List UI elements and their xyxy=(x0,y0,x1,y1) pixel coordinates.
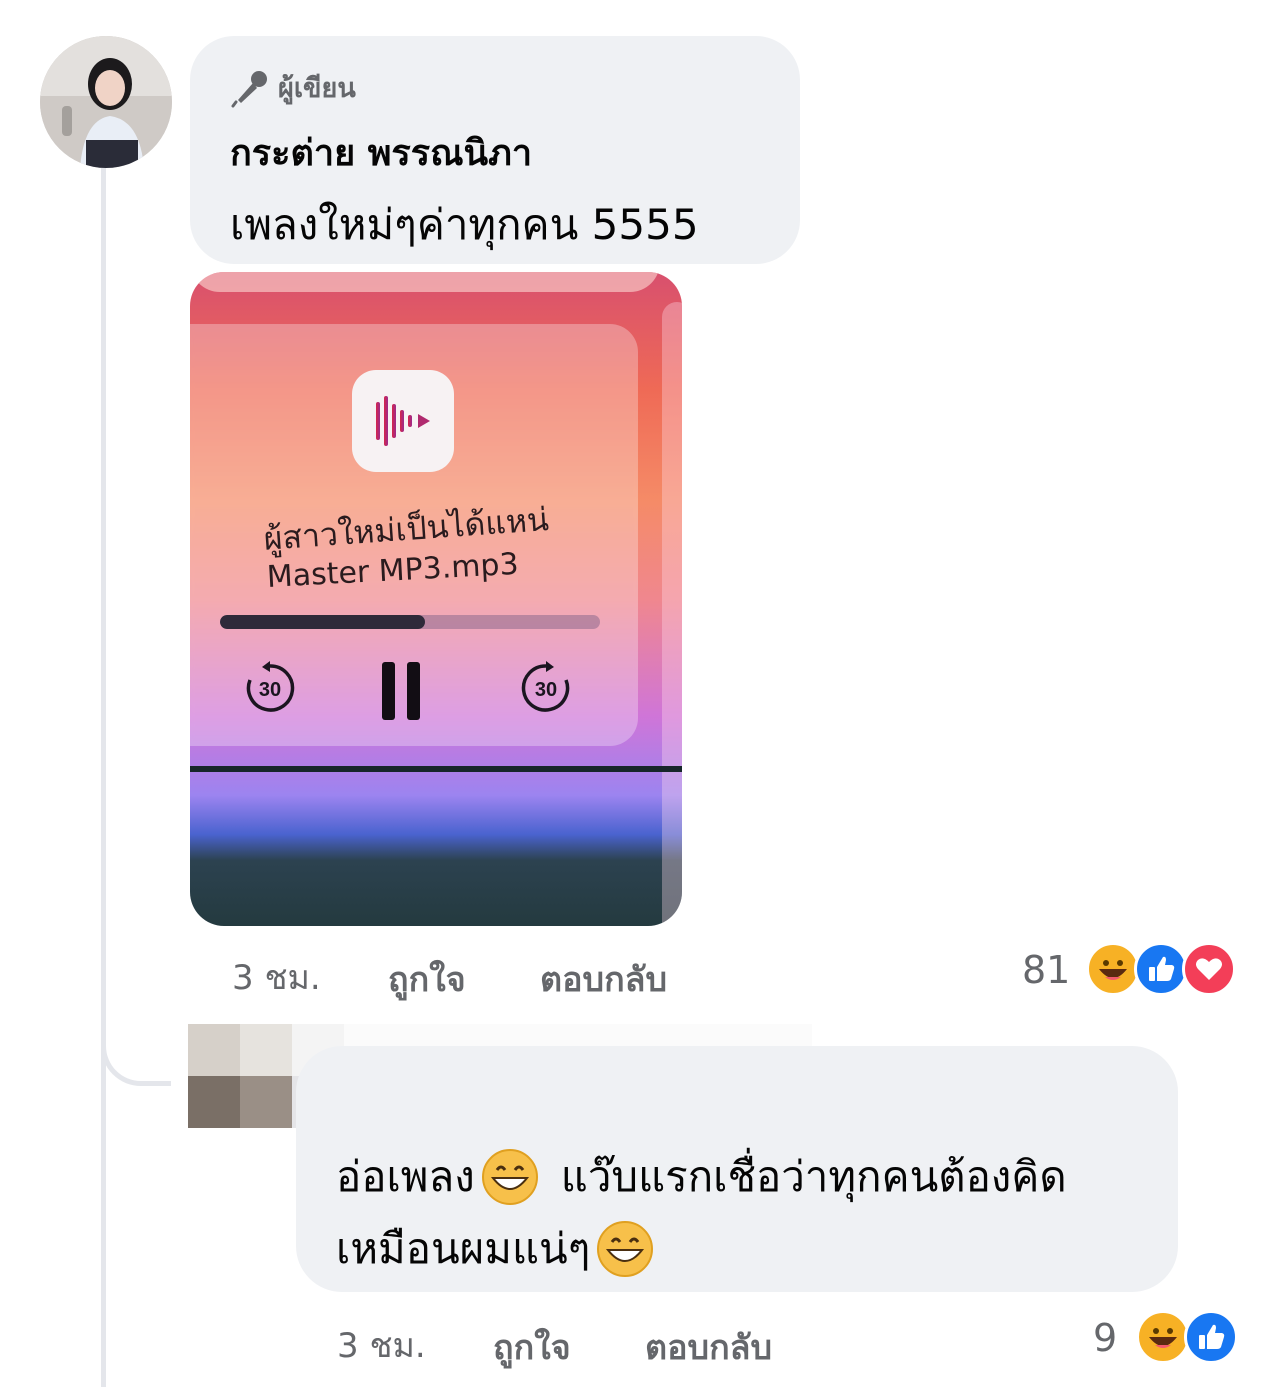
grin-emoji-icon xyxy=(597,1221,654,1277)
reply-like-button[interactable]: ถูกใจ xyxy=(493,1320,571,1374)
audio-app-icon xyxy=(352,370,454,472)
audio-player-widget: ผู้สาวใหม่เป็นได้แหน่ Master MP3.mp3 30 … xyxy=(190,324,638,746)
haha-icon xyxy=(1086,942,1140,996)
skip-forward-seconds: 30 xyxy=(535,679,557,701)
reaction-summary[interactable] xyxy=(1086,942,1236,996)
skip-back-button: 30 xyxy=(242,660,298,720)
redaction-pixel xyxy=(240,1076,292,1128)
playback-progress-fill xyxy=(220,615,426,629)
like-icon xyxy=(1184,1310,1238,1364)
comment-bubble: ผู้เขียน กระต่าย พรรณนิภา เพลงใหม่ๆค่าทุ… xyxy=(190,36,800,264)
reply-bubble: อ่อเพลง แว๊บแรกเชื่อว่าทุกคนต้องคิด เหมื… xyxy=(296,1046,1178,1292)
skip-forward-button: 30 xyxy=(518,660,574,720)
reply-text-line: อ่อเพลง แว๊บแรกเชื่อว่าทุกคนต้องคิด xyxy=(336,1144,1067,1210)
forward-30-icon: 30 xyxy=(521,661,570,712)
redaction-pixel xyxy=(240,1024,292,1076)
playback-progress-bar xyxy=(220,615,600,629)
device-bezel xyxy=(190,766,682,772)
haha-icon xyxy=(1136,1310,1190,1364)
reply-text-line: เหมือนผมแน่ๆ xyxy=(336,1216,660,1282)
waveform-play-icon xyxy=(376,396,430,446)
reply-text-part: เหมือนผมแน่ๆ xyxy=(336,1224,591,1273)
reply-connector xyxy=(101,1000,171,1086)
author-badge: ผู้เขียน xyxy=(230,66,356,109)
reaction-count[interactable]: 81 xyxy=(1022,948,1070,992)
reply-reaction-count[interactable]: 9 xyxy=(1093,1316,1117,1360)
author-badge-label: ผู้เขียน xyxy=(278,73,356,104)
background-card xyxy=(662,302,682,926)
author-name[interactable]: กระต่าย พรรณนิภา xyxy=(230,124,532,181)
avatar[interactable] xyxy=(40,36,172,168)
reply-text-part: แว๊บแรกเชื่อว่าทุกคนต้องคิด xyxy=(560,1152,1067,1201)
like-button[interactable]: ถูกใจ xyxy=(388,952,466,1006)
reply-reaction-summary[interactable] xyxy=(1136,1310,1238,1364)
reply-timestamp[interactable]: 3 ชม. xyxy=(337,1318,426,1372)
thread-line xyxy=(101,168,106,1387)
redaction-pixel xyxy=(188,1076,240,1128)
pause-button xyxy=(380,662,424,724)
grin-emoji-icon xyxy=(481,1149,538,1205)
microphone-icon xyxy=(231,70,267,107)
redaction-pixel xyxy=(188,1024,240,1076)
like-icon xyxy=(1134,942,1188,996)
avatar-photo xyxy=(40,36,172,168)
background-card xyxy=(190,272,660,292)
love-icon xyxy=(1182,942,1236,996)
reply-text-part: อ่อเพลง xyxy=(336,1152,475,1201)
pause-icon xyxy=(382,662,420,720)
reply-reply-button[interactable]: ตอบกลับ xyxy=(645,1320,772,1374)
comment-photo[interactable]: ผู้สาวใหม่เป็นได้แหน่ Master MP3.mp3 30 … xyxy=(190,272,682,926)
comment-timestamp[interactable]: 3 ชม. xyxy=(232,950,321,1004)
rewind-30-icon: 30 xyxy=(246,661,295,712)
skip-back-seconds: 30 xyxy=(259,679,281,701)
reply-button[interactable]: ตอบกลับ xyxy=(540,952,667,1006)
comment-text: เพลงใหม่ๆค่าทุกคน 5555 xyxy=(230,200,699,249)
